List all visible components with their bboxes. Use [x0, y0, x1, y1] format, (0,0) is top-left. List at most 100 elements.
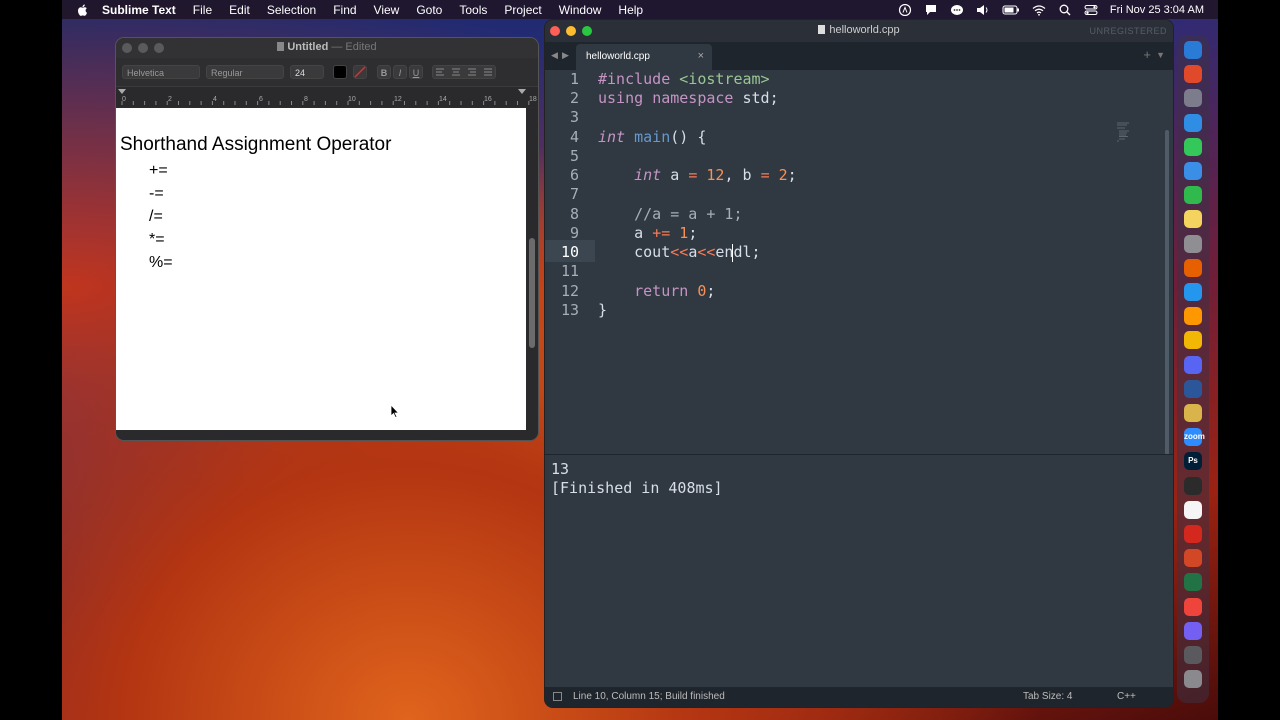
- bold-button[interactable]: B: [377, 65, 391, 79]
- app-store-icon[interactable]: [898, 3, 912, 16]
- menu-file[interactable]: File: [193, 3, 212, 17]
- status-position: Line 10, Column 15; Build finished: [573, 691, 725, 702]
- menu-app-name[interactable]: Sublime Text: [102, 3, 176, 17]
- menu-window[interactable]: Window: [559, 3, 602, 17]
- code-token-brace: }: [598, 301, 608, 319]
- editor-scroll-thumb[interactable]: [1165, 130, 1169, 480]
- tab-back-icon[interactable]: ◀: [551, 50, 558, 61]
- dock-acrobat-icon[interactable]: [1184, 525, 1202, 543]
- dock-time-machine-icon[interactable]: [1184, 646, 1202, 664]
- ruler[interactable]: 0 2 4 6 8 10 12 14 16 18: [116, 86, 538, 107]
- dock-brave-icon[interactable]: [1184, 65, 1202, 84]
- line-number: 6: [569, 166, 579, 184]
- dock-reeder-icon[interactable]: [1184, 404, 1202, 422]
- textedit-titlebar[interactable]: Untitled — Edited: [116, 38, 538, 58]
- menu-find[interactable]: Find: [333, 3, 356, 17]
- menu-selection[interactable]: Selection: [267, 3, 316, 17]
- dock-textedit-icon[interactable]: [1184, 500, 1202, 519]
- build-output-panel[interactable]: 13 [Finished in 408ms]: [545, 455, 1173, 687]
- volume-icon[interactable]: [976, 4, 990, 16]
- ruler-label: 4: [213, 96, 217, 103]
- menu-goto[interactable]: Goto: [416, 3, 442, 17]
- dock-messages-icon[interactable]: [1184, 137, 1202, 156]
- sublime-title: helloworld.cpp: [545, 24, 1173, 36]
- dock-finder-icon[interactable]: [1184, 41, 1202, 59]
- dock-discord-icon[interactable]: [1184, 355, 1202, 374]
- font-style-select[interactable]: Regular: [206, 65, 284, 79]
- dock-firefox-icon[interactable]: [1184, 258, 1202, 277]
- wifi-icon[interactable]: [1032, 4, 1046, 16]
- dock-cyberduck-icon[interactable]: [1184, 331, 1202, 350]
- editor-scrollbar[interactable]: [1163, 120, 1171, 504]
- dock-excel-icon[interactable]: [1184, 573, 1202, 592]
- dock-facetime-icon[interactable]: [1184, 186, 1202, 205]
- dock-anydesk-icon[interactable]: [1184, 597, 1202, 616]
- dock-mail-icon[interactable]: [1184, 162, 1202, 180]
- status-tab-size[interactable]: Tab Size: 4: [1023, 691, 1072, 702]
- battery-icon[interactable]: [1002, 4, 1020, 16]
- textedit-scroll-thumb[interactable]: [529, 238, 535, 348]
- ruler-label: 14: [439, 96, 447, 103]
- dock-zoom-icon[interactable]: zoom: [1184, 428, 1205, 447]
- sublime-titlebar[interactable]: helloworld.cpp UNREGISTERED: [545, 20, 1173, 42]
- italic-button[interactable]: I: [393, 65, 407, 79]
- minimap[interactable]: [1117, 122, 1137, 142]
- line-number: 4: [569, 128, 579, 146]
- dock-system-settings-icon[interactable]: [1184, 234, 1202, 253]
- tab-close-icon[interactable]: ×: [698, 50, 704, 62]
- tab-helloworld[interactable]: helloworld.cpp ×: [576, 44, 712, 70]
- menu-edit[interactable]: Edit: [229, 3, 250, 17]
- dock-trash-icon[interactable]: [1184, 670, 1202, 689]
- code-line-4: int main() {: [598, 128, 706, 146]
- dock-docker-icon[interactable]: [1184, 283, 1202, 301]
- apple-logo-icon[interactable]: [76, 3, 90, 17]
- notification-icon[interactable]: [924, 4, 938, 16]
- code-line-12: return 0;: [598, 282, 715, 300]
- code-line-2: using namespace std;: [598, 89, 779, 107]
- code-token-cout: cout: [634, 243, 671, 261]
- dock-photoshop-icon[interactable]: Ps: [1184, 452, 1202, 471]
- new-tab-icon[interactable]: +: [1143, 47, 1151, 62]
- messages-icon[interactable]: [950, 4, 964, 16]
- menu-help[interactable]: Help: [618, 3, 643, 17]
- tab-list-icon[interactable]: ▼: [1156, 50, 1165, 60]
- underline-button[interactable]: U: [409, 65, 423, 79]
- line-number: 2: [569, 89, 579, 107]
- background-color-swatch[interactable]: [353, 65, 367, 79]
- code-editor[interactable]: 1 2 3 4 5 6 7 8 9 10 11 12 13 #include <…: [545, 70, 1173, 480]
- menu-view[interactable]: View: [374, 3, 400, 17]
- dock-viber-icon[interactable]: [1184, 621, 1202, 640]
- code-token-include: #include: [598, 70, 671, 88]
- dock-powerpoint-icon[interactable]: [1184, 549, 1202, 568]
- document-page[interactable]: Shorthand Assignment Operator += -= /= *…: [116, 108, 526, 430]
- control-center-icon[interactable]: [1084, 4, 1098, 16]
- code-token-namespace: namespace: [652, 89, 734, 107]
- textedit-scrollbar[interactable]: [526, 108, 538, 430]
- left-margin-marker: [118, 89, 126, 94]
- dock-safari-icon[interactable]: [1184, 113, 1202, 132]
- font-family-select[interactable]: Helvetica: [122, 65, 200, 79]
- dock-word-icon[interactable]: [1184, 379, 1202, 398]
- dock-sublime-icon[interactable]: [1184, 307, 1202, 326]
- status-syntax[interactable]: C++: [1117, 691, 1136, 702]
- dock-terminal-icon[interactable]: [1184, 476, 1202, 495]
- ruler-label: 0: [122, 96, 126, 103]
- line-number: 1: [569, 70, 579, 88]
- unregistered-label: UNREGISTERED: [1089, 26, 1167, 36]
- code-token-number: 12: [706, 166, 725, 184]
- dock-notes-icon[interactable]: [1184, 210, 1202, 229]
- alignment-control[interactable]: [432, 65, 496, 79]
- tab-forward-icon[interactable]: ▶: [562, 50, 569, 61]
- menu-project[interactable]: Project: [504, 3, 541, 17]
- dock-launchpad-icon[interactable]: [1184, 89, 1202, 108]
- code-token-stream: <<: [697, 243, 716, 261]
- panel-toggle-icon[interactable]: [553, 692, 562, 701]
- font-size-select[interactable]: 24: [290, 65, 324, 79]
- operator-modulo-assign: %=: [149, 254, 173, 271]
- window-title: helloworld.cpp: [829, 24, 900, 36]
- text-color-swatch[interactable]: [333, 65, 347, 79]
- menu-clock[interactable]: Fri Nov 25 3:04 AM: [1110, 4, 1204, 16]
- search-icon[interactable]: [1058, 4, 1072, 16]
- menu-tools[interactable]: Tools: [459, 3, 487, 17]
